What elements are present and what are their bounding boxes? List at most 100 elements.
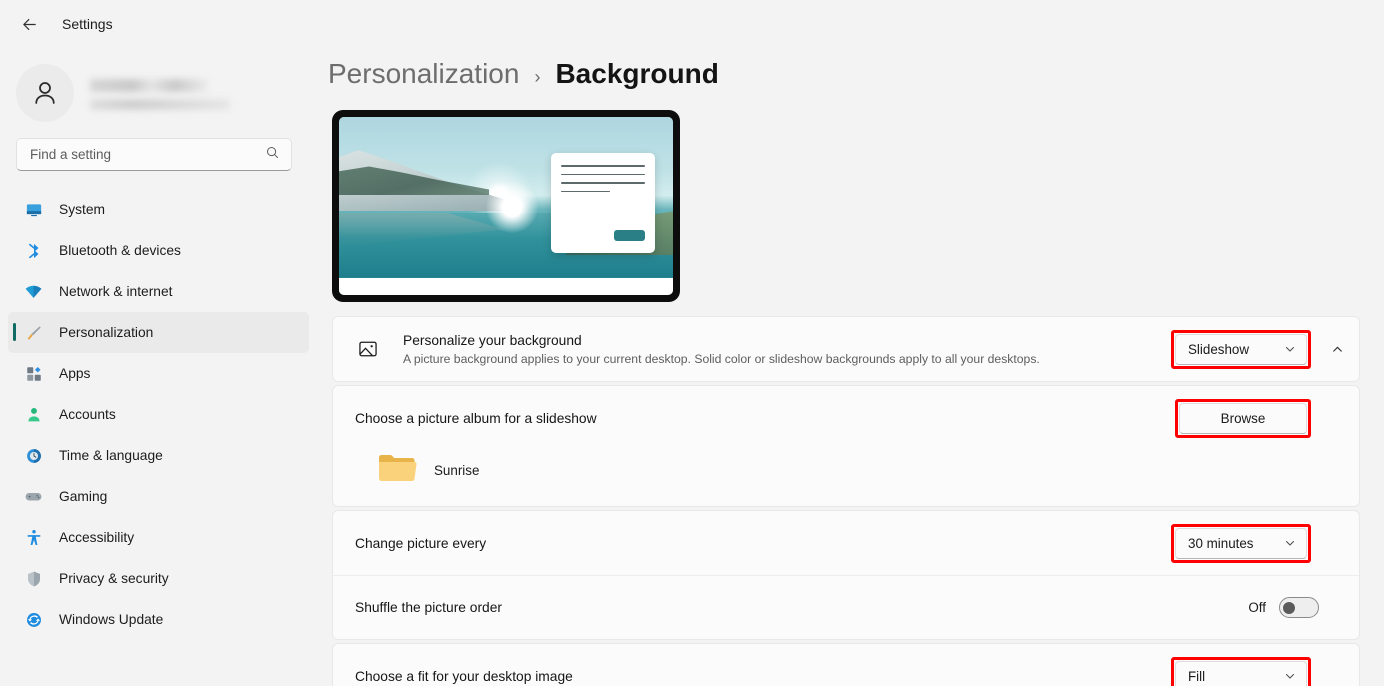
sidebar-item-accessibility[interactable]: Accessibility — [8, 517, 309, 558]
row-title: Choose a picture album for a slideshow — [355, 410, 597, 426]
row-texts: Choose a picture album for a slideshow — [355, 411, 1175, 426]
profile-email-redacted — [90, 98, 230, 110]
sidebar-item-label: Personalization — [59, 325, 154, 340]
highlight-box: Slideshow — [1171, 329, 1311, 369]
mock-line — [561, 190, 610, 193]
row-shuffle-picture-order: Shuffle the picture order Off — [333, 575, 1359, 639]
toggle-state-label: Off — [1248, 600, 1266, 615]
avatar — [16, 64, 74, 122]
dropdown-value: Slideshow — [1188, 341, 1250, 357]
settings-list: Personalize your background A picture ba… — [332, 316, 1360, 686]
wallpaper-sun — [485, 181, 538, 234]
breadcrumb: Personalization › Background — [328, 48, 1360, 110]
row-texts: Personalize your background A picture ba… — [403, 333, 1171, 366]
chevron-down-icon — [1286, 541, 1294, 546]
row-title: Personalize your background — [403, 332, 582, 348]
dropdown-value: Fill — [1188, 668, 1206, 684]
shuffle-toggle[interactable] — [1279, 597, 1319, 618]
gamepad-icon — [24, 487, 43, 506]
sidebar-item-privacy-security[interactable]: Privacy & security — [8, 558, 309, 599]
main-content: Personalization › Background Personalize… — [320, 48, 1384, 686]
search-box[interactable] — [16, 138, 292, 171]
sidebar-item-label: Windows Update — [59, 612, 164, 627]
row-texts: Choose a fit for your desktop image — [355, 669, 1171, 684]
card-desktop-image-fit: Choose a fit for your desktop image Fill — [332, 643, 1360, 686]
row-title: Shuffle the picture order — [355, 600, 503, 615]
sidebar-item-label: Time & language — [59, 448, 163, 463]
sidebar-item-label: Accessibility — [59, 530, 135, 545]
mock-line — [561, 182, 645, 184]
row-texts: Shuffle the picture order — [355, 600, 1248, 615]
page-title: Background — [555, 58, 719, 89]
clock-globe-icon — [24, 446, 43, 465]
sidebar-item-gaming[interactable]: Gaming — [8, 476, 309, 517]
sidebar-item-apps[interactable]: Apps — [8, 353, 309, 394]
row-texts: Change picture every — [355, 536, 1171, 551]
album-name: Sunrise — [434, 462, 480, 478]
row-controls: Browse — [1175, 398, 1353, 438]
chevron-down-icon — [1286, 347, 1294, 352]
row-controls: Fill — [1171, 656, 1353, 686]
collapse-section-button[interactable] — [1321, 333, 1353, 365]
profile-text — [90, 77, 230, 110]
monitor-icon — [24, 200, 43, 219]
row-title: Choose a fit for your desktop image — [355, 668, 573, 684]
row-personalize-background: Personalize your background A picture ba… — [333, 317, 1359, 381]
sidebar-item-label: System — [59, 202, 105, 217]
toggle-knob — [1283, 601, 1295, 614]
bluetooth-icon — [24, 241, 43, 260]
search-icon — [265, 145, 280, 165]
sidebar-item-time-language[interactable]: Time & language — [8, 435, 309, 476]
preview-window-mockup — [551, 153, 655, 253]
sidebar-item-windows-update[interactable]: Windows Update — [8, 599, 309, 640]
sidebar-item-network-internet[interactable]: Network & internet — [8, 271, 309, 312]
preview-screen — [339, 117, 673, 295]
app-shell: System Bluetooth & devices — [0, 48, 1384, 686]
row-controls: Slideshow — [1171, 329, 1353, 369]
user-profile[interactable] — [0, 52, 320, 128]
search-input[interactable] — [30, 147, 265, 162]
change-interval-dropdown[interactable]: 30 minutes — [1175, 527, 1307, 559]
image-fit-dropdown[interactable]: Fill — [1175, 660, 1307, 686]
titlebar: Settings — [0, 0, 1384, 48]
update-icon — [24, 610, 43, 629]
row-controls: Off — [1248, 597, 1353, 618]
highlight-box: 30 minutes — [1171, 523, 1311, 563]
sidebar-item-system[interactable]: System — [8, 189, 309, 230]
paintbrush-icon — [24, 323, 43, 342]
picture-icon — [355, 336, 381, 362]
sidebar: System Bluetooth & devices — [0, 48, 320, 686]
wifi-icon — [24, 282, 43, 301]
sidebar-item-personalization[interactable]: Personalization — [8, 312, 309, 353]
sidebar-nav: System Bluetooth & devices Network & int… — [0, 171, 320, 640]
background-type-dropdown[interactable]: Slideshow — [1175, 333, 1307, 365]
sidebar-item-accounts[interactable]: Accounts — [8, 394, 309, 435]
search-container — [0, 128, 320, 171]
row-change-picture-every: Change picture every 30 minutes — [333, 511, 1359, 575]
row-picture-album: Choose a picture album for a slideshow B… — [333, 386, 1359, 450]
sidebar-item-bluetooth-devices[interactable]: Bluetooth & devices — [8, 230, 309, 271]
profile-name-redacted — [90, 78, 208, 92]
mock-accent-button — [614, 230, 645, 241]
selected-album[interactable]: Sunrise — [333, 450, 1359, 506]
back-button[interactable] — [14, 9, 44, 39]
row-controls: 30 minutes — [1171, 523, 1353, 563]
row-description: A picture background applies to your cur… — [403, 351, 1040, 366]
sidebar-item-label: Gaming — [59, 489, 108, 504]
sidebar-item-label: Network & internet — [59, 284, 173, 299]
dropdown-value: 30 minutes — [1188, 535, 1254, 551]
row-title: Change picture every — [355, 535, 487, 551]
apps-icon — [24, 364, 43, 383]
highlight-box: Browse — [1175, 398, 1311, 438]
sidebar-item-label: Privacy & security — [59, 571, 169, 586]
chevron-down-icon — [1286, 674, 1294, 679]
breadcrumb-parent[interactable]: Personalization — [328, 58, 519, 90]
window-title: Settings — [62, 16, 113, 32]
accessibility-icon — [24, 528, 43, 547]
card-picture-album: Choose a picture album for a slideshow B… — [332, 385, 1360, 507]
mock-line — [561, 173, 645, 176]
row-desktop-image-fit: Choose a fit for your desktop image Fill — [333, 644, 1359, 686]
browse-button[interactable]: Browse — [1179, 402, 1307, 434]
sidebar-item-label: Apps — [59, 366, 91, 381]
shield-icon — [24, 569, 43, 588]
